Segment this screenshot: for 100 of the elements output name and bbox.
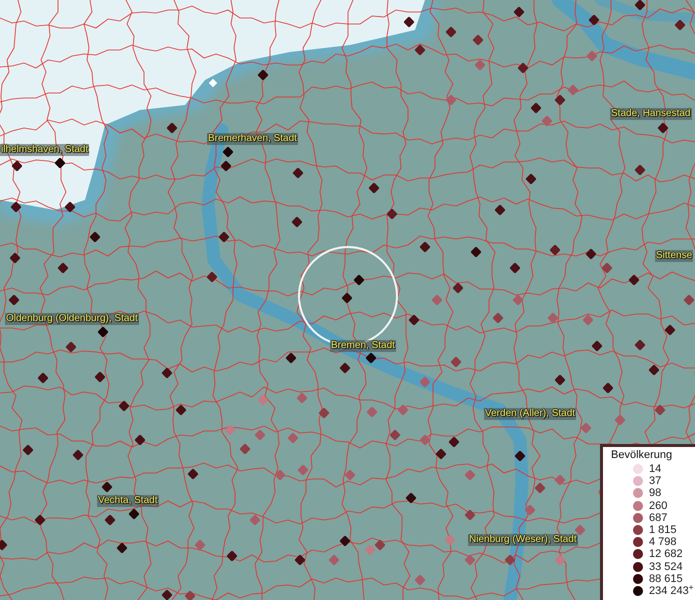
population-marker	[614, 414, 626, 426]
city-label: Vechta, Stadt	[97, 495, 158, 507]
population-marker	[386, 208, 398, 220]
population-marker	[464, 554, 476, 566]
population-marker	[674, 19, 686, 31]
population-marker	[504, 554, 516, 566]
population-marker	[408, 314, 420, 326]
population-marker	[492, 312, 504, 324]
population-marker	[470, 246, 482, 258]
population-marker	[341, 292, 353, 304]
population-marker	[296, 392, 308, 404]
population-marker	[257, 394, 269, 406]
population-marker	[339, 535, 351, 547]
population-marker	[328, 554, 340, 566]
population-marker	[175, 404, 187, 416]
population-marker	[104, 514, 116, 526]
population-marker	[9, 252, 21, 264]
population-marker	[389, 429, 401, 441]
population-marker	[591, 340, 603, 352]
population-marker	[8, 294, 20, 306]
population-marker	[474, 59, 486, 71]
population-marker	[431, 294, 443, 306]
population-marker	[249, 514, 261, 526]
population-marker	[353, 274, 365, 286]
population-marker	[580, 422, 592, 434]
population-marker	[602, 382, 614, 394]
population-marker	[419, 434, 431, 446]
population-marker	[472, 34, 484, 46]
legend-value: 88 615	[649, 572, 683, 585]
population-marker	[513, 6, 525, 18]
population-marker	[494, 204, 506, 216]
population-marker	[588, 14, 600, 26]
population-marker	[445, 26, 457, 38]
population-marker	[448, 436, 460, 448]
population-marker	[339, 362, 351, 374]
population-marker	[530, 102, 542, 114]
population-marker	[664, 324, 676, 336]
population-marker	[435, 448, 447, 460]
population-marker	[274, 469, 286, 481]
population-marker	[419, 376, 431, 388]
population-marker	[297, 464, 309, 476]
population-marker	[134, 434, 146, 446]
population-marker	[549, 244, 561, 256]
population-marker	[116, 542, 128, 554]
population-marker	[65, 341, 77, 353]
population-marker	[464, 509, 476, 521]
population-marker	[128, 508, 140, 520]
location-marker	[208, 78, 218, 88]
population-marker	[628, 274, 640, 286]
population-marker	[101, 481, 113, 493]
city-label: Oldenburg (Oldenburg), Stadt	[5, 313, 139, 325]
population-marker	[291, 216, 303, 228]
population-marker	[450, 356, 462, 368]
population-marker	[226, 550, 238, 562]
population-marker	[344, 469, 356, 481]
population-marker	[464, 469, 476, 481]
city-label: Bremerhaven, Stadt	[207, 133, 298, 145]
population-marker	[547, 312, 559, 324]
population-marker	[254, 429, 266, 441]
population-marker	[585, 248, 597, 260]
population-marker	[586, 50, 598, 62]
legend-value: 98	[649, 487, 662, 500]
population-marker	[634, 0, 646, 11]
population-marker	[419, 241, 431, 253]
population-marker	[368, 182, 380, 194]
population-marker	[294, 554, 306, 566]
population-marker	[194, 539, 206, 551]
city-label: Sittense	[655, 250, 694, 262]
population-marker	[224, 424, 236, 436]
population-marker	[257, 69, 269, 81]
population-marker	[166, 122, 178, 134]
population-marker	[648, 364, 660, 376]
population-marker	[22, 444, 34, 456]
population-marker	[525, 173, 537, 185]
population-marker	[452, 282, 464, 294]
population-marker	[374, 539, 386, 551]
population-marker	[554, 94, 566, 106]
legend-value: 687	[649, 512, 668, 524]
city-label: Stade, Hansestad	[610, 108, 692, 120]
legend-value: 14	[649, 463, 662, 476]
population-marker	[541, 115, 553, 127]
population-marker	[414, 574, 426, 586]
population-marker	[206, 271, 218, 283]
population-marker	[89, 231, 101, 243]
population-marker	[37, 372, 49, 384]
population-marker	[445, 94, 457, 106]
population-marker	[554, 374, 566, 386]
legend-value: 33 524	[649, 560, 683, 573]
population-marker	[239, 443, 251, 455]
population-marker	[414, 44, 426, 56]
population-marker	[292, 167, 304, 179]
population-marker	[364, 544, 376, 556]
population-marker	[161, 367, 173, 379]
population-marker	[517, 62, 529, 74]
population-marker	[10, 201, 22, 213]
population-marker	[187, 468, 199, 480]
legend-value: 12 682	[649, 548, 683, 560]
legend-value: 4 798	[649, 536, 677, 548]
city-label: Verden (Aller), Stadt	[484, 408, 576, 420]
population-marker	[94, 371, 106, 383]
